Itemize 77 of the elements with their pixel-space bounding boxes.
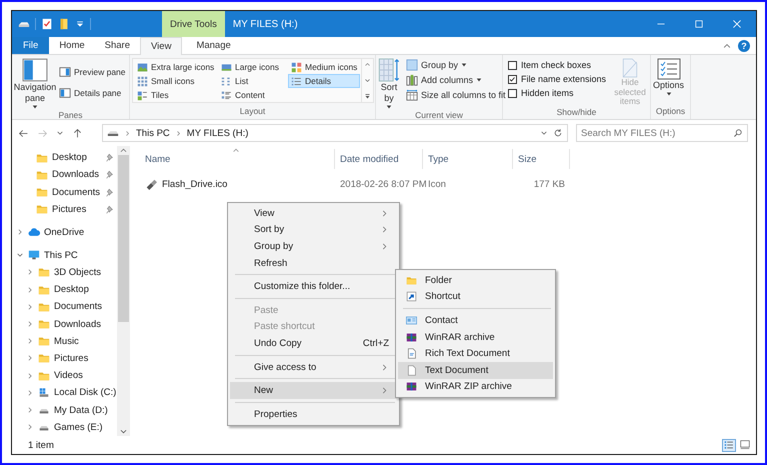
menu-item[interactable]: Undo Copy Ctrl+Z [230,335,397,352]
file-name[interactable]: Flash_Drive.ico [162,178,228,190]
menu-item[interactable]: Contact [398,312,553,329]
nav-item[interactable]: Documents [54,301,102,312]
layout-option[interactable]: Tiles [134,88,218,102]
nav-item[interactable]: Desktop [54,284,89,296]
menu-item[interactable]: WinRAR archive [398,328,553,346]
item-count: 1 item [28,440,54,450]
ribbon-tab[interactable]: Home [49,37,95,54]
help-button[interactable]: ? [738,40,750,52]
nav-item[interactable]: Pictures [52,204,86,215]
pane-button[interactable]: Details pane [59,87,126,99]
nav-item[interactable]: OneDrive [44,226,84,238]
nav-item[interactable]: Music [54,336,79,347]
checkbox-label: File name extensions [521,74,606,84]
group-label: Panes [57,110,84,120]
menu-item[interactable]: Folder [398,272,553,289]
nav-item[interactable]: Pictures [54,352,88,364]
nav-item[interactable]: Downloads [52,169,99,180]
menu-item[interactable]: Properties [230,406,397,423]
layout-option[interactable]: List [218,74,288,88]
ribbon-tab[interactable]: Manage [186,37,241,54]
column-header[interactable]: Date modified [335,149,423,169]
column-header[interactable]: Type [423,149,513,169]
nav-item[interactable]: Local Disk (C:) [54,387,116,398]
checkbox-label: Item check boxes [521,60,592,70]
nav-item[interactable]: 3D Objects [54,266,101,278]
file-tab[interactable]: File [12,37,50,54]
group-label: Options [654,106,686,118]
menu-item[interactable]: View [230,205,397,222]
options-button[interactable]: Options [651,58,686,97]
sort-button[interactable]: Sort by [376,58,402,110]
nav-item[interactable]: Downloads [54,318,101,330]
breadcrumb[interactable]: MY FILES (H:) [186,128,248,138]
context-tab-label: Drive Tools [162,11,225,37]
layout-option[interactable]: Details [288,74,360,88]
menu-item[interactable]: Give access to [230,358,397,376]
view-option-button[interactable]: Group by [406,59,506,71]
layout-option[interactable]: Small icons [134,74,218,88]
menu-item[interactable]: WinRAR ZIP archive [398,378,553,396]
menu-item[interactable]: Sort by [230,222,397,238]
layout-option[interactable]: Large icons [218,60,288,74]
nav-item[interactable]: My Data (D:) [54,404,108,416]
menu-item[interactable]: Rich Text Document [398,345,553,362]
nav-item[interactable]: This PC [44,250,78,261]
layout-option[interactable]: Content [218,88,288,102]
layout-option[interactable]: Medium icons [288,60,360,74]
view-option-button[interactable]: Size all columns to fit [406,89,506,101]
nav-item[interactable]: Games (E:) [54,422,103,433]
column-header[interactable]: Size [513,149,570,169]
breadcrumb[interactable]: This PC [136,128,170,138]
menu-item[interactable]: Customize this folder... [230,278,397,295]
address-field[interactable]: This PC MY FILES (H:) [102,124,568,142]
navigation-pane-button[interactable]: Navigation pane [12,58,58,110]
nav-item[interactable]: Desktop [52,152,87,164]
nav-item[interactable]: Videos [54,370,83,382]
menu-item[interactable]: Group by [230,238,397,255]
table-cell-text: 177 KB [532,178,566,190]
nav-item[interactable]: Documents [52,186,100,198]
group-label: Current view [414,110,464,120]
checkbox-label: Hidden items [521,88,574,98]
menu-item[interactable]: Shortcut [398,288,553,306]
window-title: MY FILES (H:) [232,18,299,32]
ribbon-tab[interactable]: Share [94,37,140,54]
view-option-button[interactable]: Add columns [406,74,506,86]
pane-button[interactable]: Preview pane [59,66,126,78]
group-label: Show/hide [556,106,598,118]
ribbon-tab[interactable]: View [140,37,182,55]
column-header[interactable]: Name [140,149,335,169]
menu-item[interactable]: Text Document [398,362,553,379]
table-cell-text: Icon [427,178,447,190]
search-field[interactable]: Search MY FILES (H:) [576,124,748,142]
group-label: Layout [238,106,266,118]
menu-item[interactable]: New [230,382,397,399]
menu-item[interactable]: Refresh [230,254,397,272]
shortcut-text: Ctrl+Z [362,338,389,349]
layout-option[interactable]: Extra large icons [134,60,218,74]
